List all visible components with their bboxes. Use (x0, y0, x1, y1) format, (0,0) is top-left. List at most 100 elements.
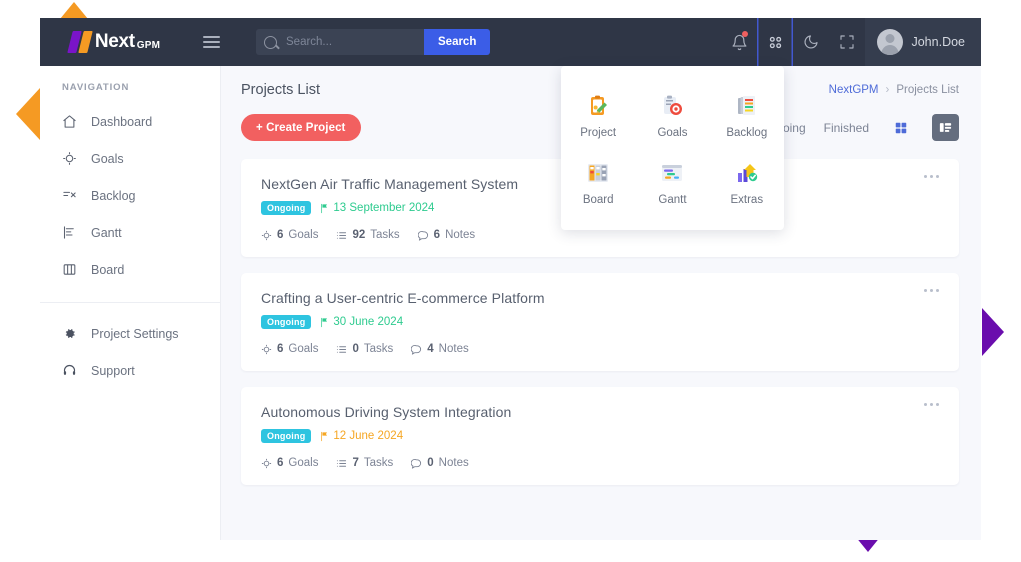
project-date-text: 12 June 2024 (333, 430, 404, 442)
ellipsis-icon[interactable] (924, 289, 939, 292)
apps-item-label: Board (582, 194, 614, 206)
brand-suffix: GPM (136, 39, 161, 51)
search-area: Search (256, 29, 491, 55)
project-meta: 6 Goals 7 Tasks 0 Notes (261, 457, 939, 469)
apps-item-project[interactable]: Project (561, 82, 635, 149)
tasks-count: 0 (352, 343, 359, 355)
sidebar-item-label: Gantt (91, 225, 122, 240)
project-date: 30 June 2024 (319, 316, 403, 328)
apps-item-board[interactable]: Board (561, 149, 635, 216)
ellipsis-icon[interactable] (924, 175, 939, 178)
sidebar-item-support[interactable]: Support (40, 352, 220, 389)
search-box[interactable] (256, 29, 424, 55)
apps-item-label: Extras (730, 194, 764, 206)
goals-label: Goals (288, 457, 319, 469)
sidebar: NAVIGATION Dashboard Goals Backlog Gantt… (40, 66, 221, 540)
sidebar-item-dashboard[interactable]: Dashboard (40, 103, 220, 140)
sidebar-item-board[interactable]: Board (40, 251, 220, 288)
project-date: 12 June 2024 (319, 430, 403, 442)
project-meta: 6 Goals 0 Tasks 4 Notes (261, 343, 939, 355)
apps-item-extras[interactable]: Extras (710, 149, 784, 216)
bell-icon[interactable] (721, 18, 757, 66)
tasks-label: Tasks (370, 229, 400, 241)
stacked-documents-icon (735, 94, 759, 118)
header-actions: John.Doe (721, 18, 981, 66)
gear-icon (62, 326, 77, 341)
sidebar-item-gantt[interactable]: Gantt (40, 214, 220, 251)
notes-count: 4 (427, 343, 434, 355)
notes-count: 0 (427, 457, 434, 469)
project-card[interactable]: Crafting a User-centric E-commerce Platf… (241, 273, 959, 371)
sidebar-item-label: Backlog (91, 188, 136, 203)
status-badge: Ongoing (261, 201, 312, 215)
notes-label: Notes (438, 457, 469, 469)
status-badge: Ongoing (261, 429, 312, 443)
sidebar-item-project-settings[interactable]: Project Settings (40, 315, 220, 352)
breadcrumb-root[interactable]: NextGPM (829, 84, 879, 96)
tasks-count: 92 (352, 229, 366, 241)
project-status-row: Ongoing 12 June 2024 (261, 429, 939, 443)
sidebar-item-backlog[interactable]: Backlog (40, 177, 220, 214)
goals-meta: 6 Goals (261, 457, 318, 469)
apps-item-label: Backlog (726, 127, 768, 139)
breadcrumb-separator: › (885, 84, 890, 96)
project-title: Autonomous Driving System Integration (261, 404, 512, 420)
backlog-icon (62, 188, 77, 203)
sidebar-title: NAVIGATION (62, 82, 130, 93)
list-view-icon[interactable] (932, 114, 959, 141)
search-input[interactable] (284, 35, 408, 49)
apps-item-label: Goals (657, 127, 688, 139)
goals-count: 6 (277, 229, 284, 241)
brand-logo[interactable]: Next GPM (40, 31, 190, 53)
sidebar-divider (40, 302, 220, 303)
goals-label: Goals (288, 229, 319, 241)
create-project-button[interactable]: + Create Project (241, 114, 361, 141)
filter-finished[interactable]: Finished (824, 121, 869, 135)
tasks-meta: 92 Tasks (336, 229, 400, 241)
tasks-label: Tasks (363, 457, 394, 469)
goals-count: 6 (277, 343, 284, 355)
home-icon (62, 114, 77, 129)
sidebar-item-label: Goals (91, 151, 124, 166)
target-icon (62, 151, 77, 166)
logo-mark-icon (67, 31, 93, 53)
apps-dropdown-panel: Project Goals Backlog Board Gantt Extras (561, 66, 784, 230)
page-title: Projects List (241, 82, 320, 98)
headset-icon (62, 363, 77, 378)
tasks-count: 7 (352, 457, 359, 469)
goals-label: Goals (288, 343, 319, 355)
goals-count: 6 (277, 457, 284, 469)
decorative-triangle-right (982, 308, 1004, 356)
gantt-icon (62, 225, 77, 240)
grid-view-icon[interactable] (887, 114, 914, 141)
sidebar-item-goals[interactable]: Goals (40, 140, 220, 177)
apps-item-backlog[interactable]: Backlog (710, 82, 784, 149)
status-badge: Ongoing (261, 315, 312, 329)
grid-apps-icon[interactable] (757, 18, 793, 66)
expand-icon[interactable] (829, 18, 865, 66)
app-window: Next GPM Search... Search John.Doe NAVIG… (40, 18, 981, 540)
breadcrumb: NextGPM › Projects List (829, 82, 959, 96)
hamburger-icon[interactable] (196, 36, 226, 48)
tasks-meta: 7 Tasks (336, 457, 393, 469)
goals-meta: 6 Goals (261, 343, 318, 355)
project-card[interactable]: Autonomous Driving System Integration On… (241, 387, 959, 485)
project-meta: 6 Goals 92 Tasks 6 Notes (261, 229, 939, 241)
apps-item-gantt[interactable]: Gantt (635, 149, 709, 216)
decorative-triangle-left (16, 88, 40, 140)
ellipsis-icon[interactable] (924, 403, 939, 406)
board-icon (62, 262, 77, 277)
notes-meta: 6 Notes (417, 229, 475, 241)
search-button[interactable]: Search (424, 29, 491, 55)
filter-controls: Ongoing Finished (760, 114, 959, 141)
sidebar-item-label: Board (91, 262, 125, 277)
moon-icon[interactable] (793, 18, 829, 66)
notes-meta: 4 Notes (411, 343, 469, 355)
goals-meta: 6 Goals (261, 229, 318, 241)
user-menu[interactable]: John.Doe (865, 18, 981, 66)
gantt-chart-icon (660, 161, 684, 185)
apps-item-goals[interactable]: Goals (635, 82, 709, 149)
user-name: John.Doe (911, 35, 965, 49)
project-status-row: Ongoing 30 June 2024 (261, 315, 939, 329)
notes-meta: 0 Notes (411, 457, 469, 469)
